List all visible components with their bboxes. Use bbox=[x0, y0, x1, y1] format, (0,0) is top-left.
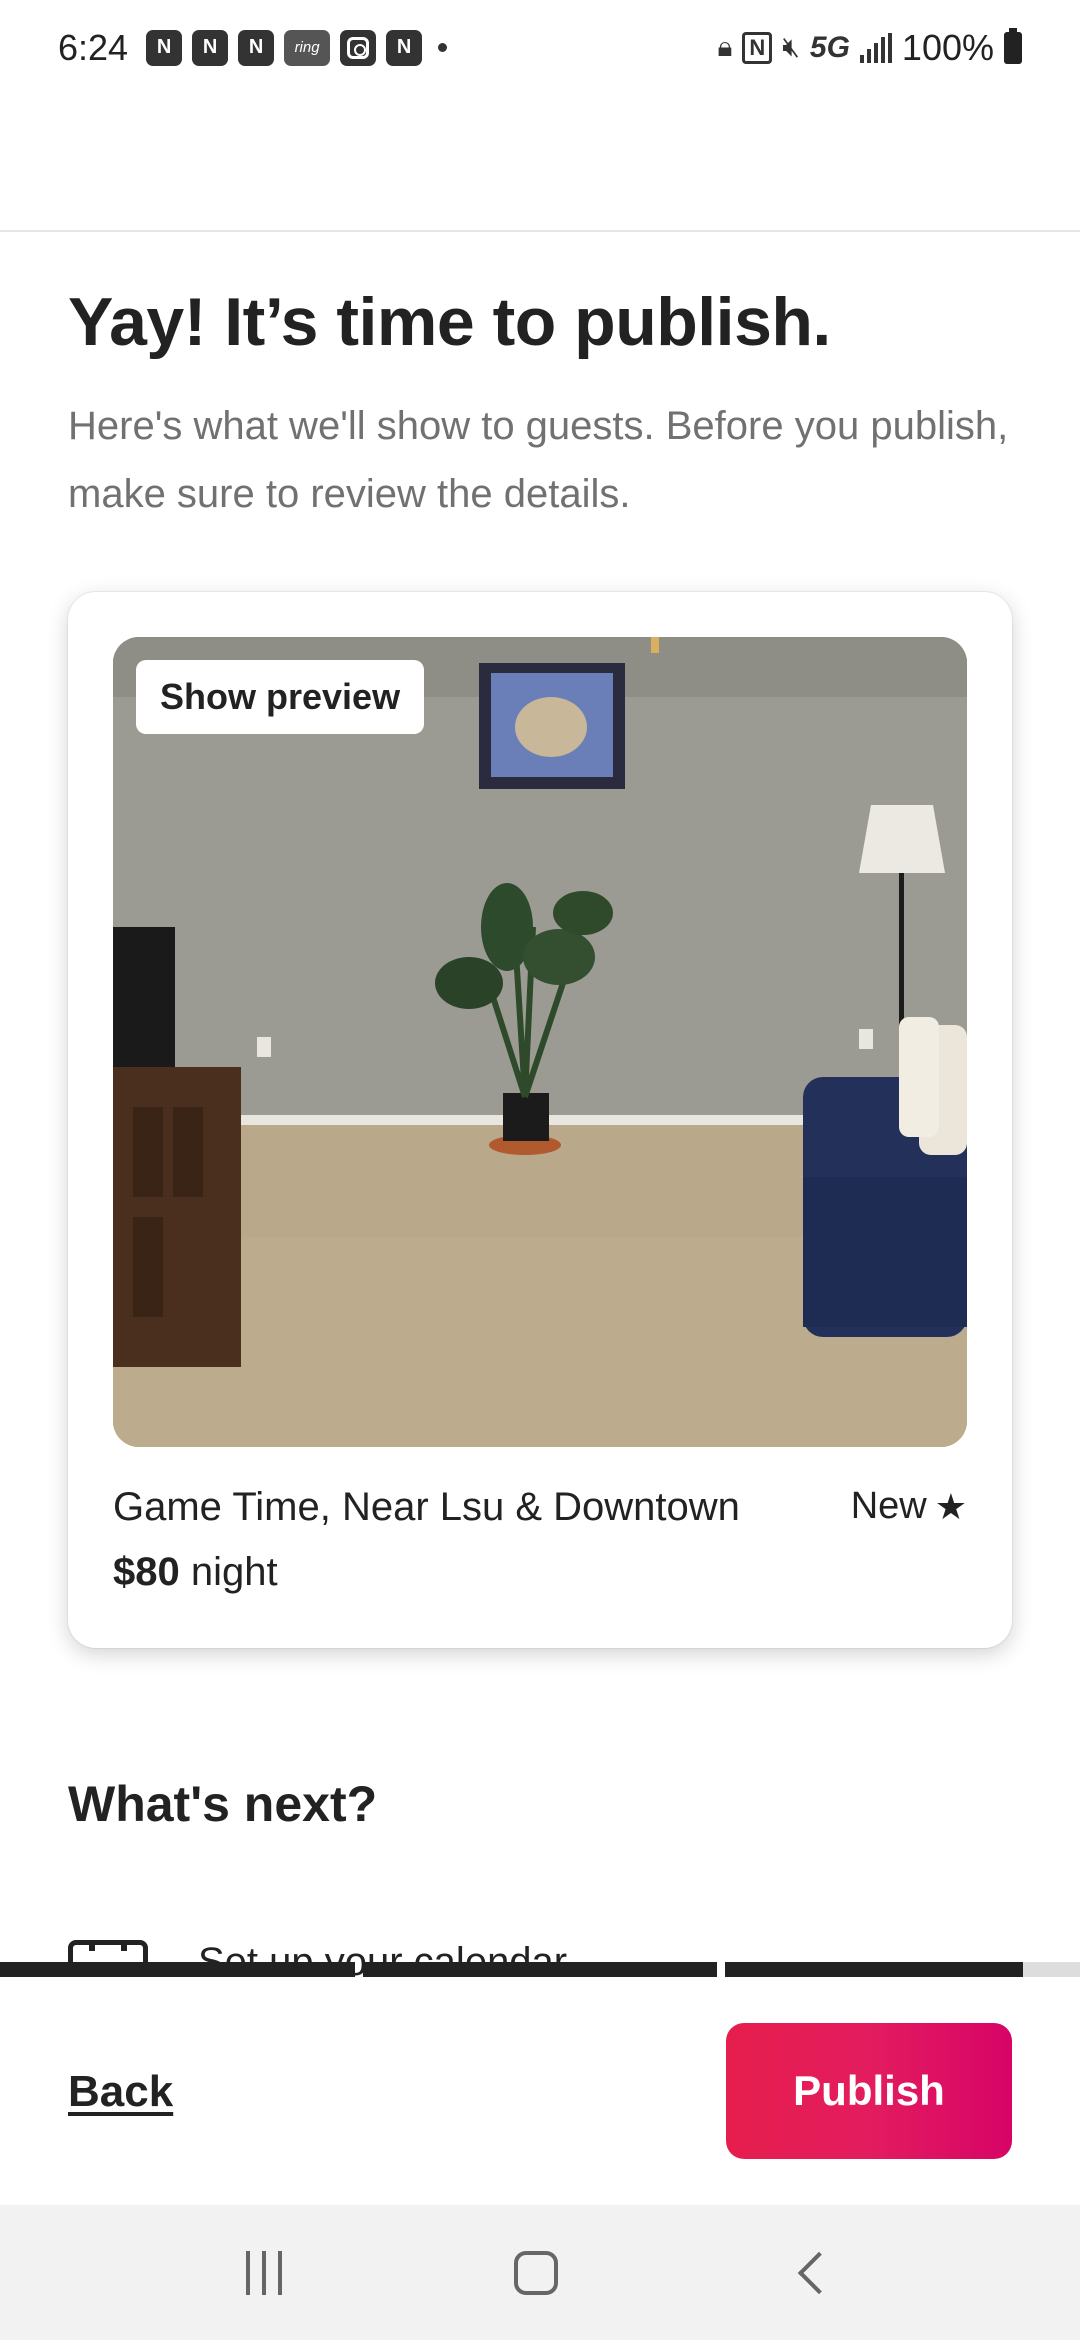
progress-bar bbox=[0, 1962, 1080, 1977]
system-navigation-bar bbox=[0, 2205, 1080, 2340]
status-time: 6:24 bbox=[58, 26, 129, 68]
rating-label: New bbox=[850, 1485, 927, 1527]
page-subtitle: Here's what we'll show to guests. Before… bbox=[68, 404, 1009, 516]
listing-title: Game Time, Near Lsu & Downtown bbox=[113, 1485, 740, 1529]
status-bar-left: 6:24 N N N ring N bbox=[58, 26, 448, 69]
status-bar-right: 🔒︎ N 🔇︎ 5G 100% bbox=[717, 27, 1022, 69]
back-arrow-icon[interactable] bbox=[797, 2251, 841, 2294]
publish-button[interactable]: Publish bbox=[726, 2023, 1012, 2159]
progress-segment bbox=[362, 1962, 718, 1977]
more-notifications-dot-icon bbox=[438, 43, 448, 52]
lock-recycle-icon: 🔒︎ bbox=[717, 31, 733, 62]
footer-bar: Back Publish bbox=[0, 1977, 1080, 2205]
instagram-icon bbox=[340, 29, 377, 66]
living-room-photo bbox=[113, 637, 967, 1447]
listing-card[interactable]: Show preview Game Time, Near Lsu & Downt… bbox=[68, 592, 1012, 1648]
back-button[interactable]: Back bbox=[68, 2067, 173, 2117]
page-title: Yay! It’s time to publish. bbox=[68, 284, 831, 360]
notification-app-icon: N bbox=[238, 29, 275, 66]
mute-icon: 🔇︎ bbox=[782, 31, 800, 62]
price-unit: night bbox=[190, 1550, 278, 1594]
network-type: 5G bbox=[809, 30, 850, 64]
show-preview-button[interactable]: Show preview bbox=[136, 660, 425, 734]
listing-rating: New ★ bbox=[851, 1485, 967, 1528]
progress-segment bbox=[725, 1962, 1080, 1977]
listing-photo[interactable]: Show preview bbox=[113, 637, 967, 1447]
status-bar: 6:24 N N N ring N 🔒︎ N 🔇︎ 5G 100% bbox=[0, 0, 1080, 95]
price-amount: $80 bbox=[113, 1550, 180, 1594]
battery-percent: 100% bbox=[901, 26, 994, 68]
notification-app-icon: N bbox=[192, 29, 229, 66]
header-divider bbox=[0, 230, 1080, 232]
notification-app-icon: N bbox=[146, 29, 183, 66]
star-icon: ★ bbox=[934, 1485, 967, 1527]
recent-apps-icon[interactable] bbox=[246, 2250, 282, 2295]
progress-segment bbox=[0, 1962, 355, 1977]
listing-price: $80 night bbox=[113, 1550, 278, 1595]
whats-next-heading: What's next? bbox=[68, 1776, 378, 1832]
battery-icon bbox=[1004, 27, 1022, 64]
ring-app-icon: ring bbox=[284, 29, 331, 66]
signal-icon bbox=[859, 32, 892, 63]
nfc-icon: N bbox=[742, 31, 773, 64]
notification-app-icon: N bbox=[386, 29, 423, 66]
home-icon[interactable] bbox=[514, 2250, 558, 2295]
